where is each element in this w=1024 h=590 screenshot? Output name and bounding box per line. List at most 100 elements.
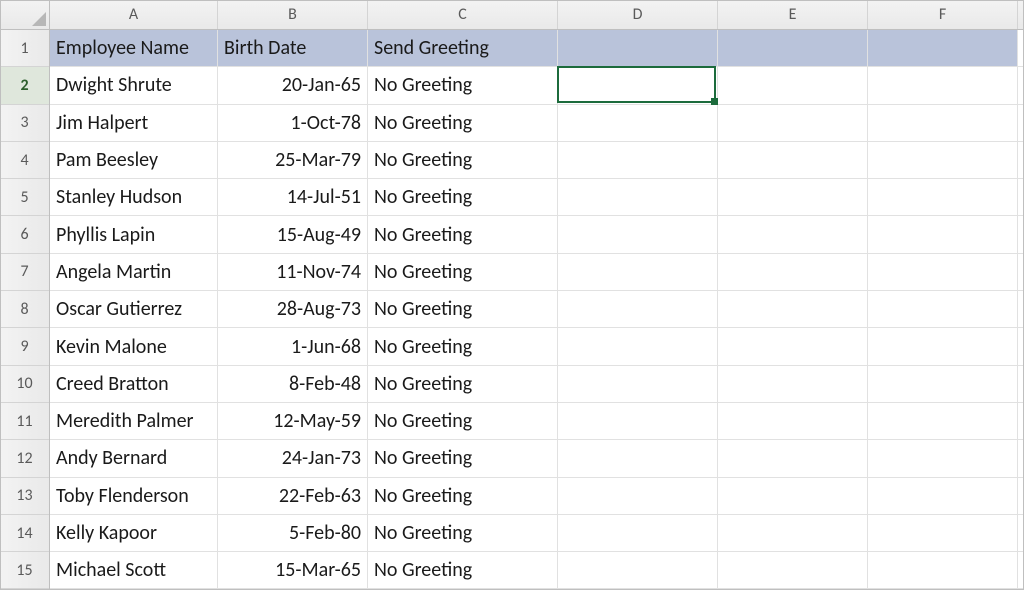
cell-B8[interactable]: 28-Aug-73 (218, 291, 368, 327)
cell-D8[interactable] (558, 291, 718, 327)
row-header-11[interactable]: 11 (0, 403, 49, 440)
cell-F13[interactable] (868, 478, 1018, 514)
cell-E8[interactable] (718, 291, 868, 327)
row-header-2[interactable]: 2 (0, 67, 49, 104)
cell-D7[interactable] (558, 254, 718, 290)
cell-B11[interactable]: 12-May-59 (218, 403, 368, 439)
row-header-12[interactable]: 12 (0, 440, 49, 477)
column-header-B[interactable]: B (218, 0, 368, 29)
cell-E13[interactable] (718, 478, 868, 514)
cell-C14[interactable]: No Greeting (368, 515, 558, 551)
cell-C2[interactable]: No Greeting (368, 67, 558, 103)
cell-F8[interactable] (868, 291, 1018, 327)
cell-D11[interactable] (558, 403, 718, 439)
cell-F10[interactable] (868, 366, 1018, 402)
cell-E14[interactable] (718, 515, 868, 551)
cell-C11[interactable]: No Greeting (368, 403, 558, 439)
cell-F6[interactable] (868, 216, 1018, 252)
cell-C4[interactable]: No Greeting (368, 142, 558, 178)
cell-A15[interactable]: Michael Scott (50, 552, 218, 588)
column-header-C[interactable]: C (368, 0, 558, 29)
column-header-A[interactable]: A (50, 0, 218, 29)
cell-E9[interactable] (718, 328, 868, 364)
row-header-15[interactable]: 15 (0, 552, 49, 589)
cell-F14[interactable] (868, 515, 1018, 551)
cell-E1[interactable] (718, 30, 868, 66)
cell-A8[interactable]: Oscar Gutierrez (50, 291, 218, 327)
cell-A3[interactable]: Jim Halpert (50, 105, 218, 141)
cell-A6[interactable]: Phyllis Lapin (50, 216, 218, 252)
cell-A1[interactable]: Employee Name (50, 30, 218, 66)
cell-D9[interactable] (558, 328, 718, 364)
row-header-6[interactable]: 6 (0, 216, 49, 253)
cell-A10[interactable]: Creed Bratton (50, 366, 218, 402)
row-header-8[interactable]: 8 (0, 291, 49, 328)
row-header-1[interactable]: 1 (0, 30, 49, 67)
column-header-E[interactable]: E (718, 0, 868, 29)
cell-B15[interactable]: 15-Mar-65 (218, 552, 368, 588)
cell-C9[interactable]: No Greeting (368, 328, 558, 364)
cell-E2[interactable] (718, 67, 868, 103)
cell-C15[interactable]: No Greeting (368, 552, 558, 588)
cell-A12[interactable]: Andy Bernard (50, 440, 218, 476)
cell-B3[interactable]: 1-Oct-78 (218, 105, 368, 141)
cell-F11[interactable] (868, 403, 1018, 439)
cell-C8[interactable]: No Greeting (368, 291, 558, 327)
cell-D15[interactable] (558, 552, 718, 588)
cell-B7[interactable]: 11-Nov-74 (218, 254, 368, 290)
cell-F12[interactable] (868, 440, 1018, 476)
cell-A5[interactable]: Stanley Hudson (50, 179, 218, 215)
row-header-14[interactable]: 14 (0, 515, 49, 552)
row-header-9[interactable]: 9 (0, 328, 49, 365)
column-header-D[interactable]: D (558, 0, 718, 29)
cell-C12[interactable]: No Greeting (368, 440, 558, 476)
cell-D5[interactable] (558, 179, 718, 215)
cell-B13[interactable]: 22-Feb-63 (218, 478, 368, 514)
cell-B5[interactable]: 14-Jul-51 (218, 179, 368, 215)
cell-F5[interactable] (868, 179, 1018, 215)
cell-D10[interactable] (558, 366, 718, 402)
cell-A14[interactable]: Kelly Kapoor (50, 515, 218, 551)
row-header-4[interactable]: 4 (0, 142, 49, 179)
cell-E6[interactable] (718, 216, 868, 252)
cell-C6[interactable]: No Greeting (368, 216, 558, 252)
cell-D2[interactable] (558, 67, 718, 103)
cell-E15[interactable] (718, 552, 868, 588)
row-header-7[interactable]: 7 (0, 254, 49, 291)
cell-F15[interactable] (868, 552, 1018, 588)
cell-F4[interactable] (868, 142, 1018, 178)
cell-E11[interactable] (718, 403, 868, 439)
select-all-corner[interactable] (0, 0, 50, 30)
cell-F2[interactable] (868, 67, 1018, 103)
cell-B1[interactable]: Birth Date (218, 30, 368, 66)
cell-F3[interactable] (868, 105, 1018, 141)
column-header-F[interactable]: F (868, 0, 1018, 29)
row-header-10[interactable]: 10 (0, 366, 49, 403)
cell-A11[interactable]: Meredith Palmer (50, 403, 218, 439)
row-header-13[interactable]: 13 (0, 478, 49, 515)
cell-E3[interactable] (718, 105, 868, 141)
cell-F9[interactable] (868, 328, 1018, 364)
cell-E7[interactable] (718, 254, 868, 290)
cell-C13[interactable]: No Greeting (368, 478, 558, 514)
cell-A2[interactable]: Dwight Shrute (50, 67, 218, 103)
cell-D3[interactable] (558, 105, 718, 141)
row-header-3[interactable]: 3 (0, 105, 49, 142)
cell-D13[interactable] (558, 478, 718, 514)
row-header-5[interactable]: 5 (0, 179, 49, 216)
cell-A7[interactable]: Angela Martin (50, 254, 218, 290)
cell-B12[interactable]: 24-Jan-73 (218, 440, 368, 476)
cell-B6[interactable]: 15-Aug-49 (218, 216, 368, 252)
cell-C7[interactable]: No Greeting (368, 254, 558, 290)
cell-E12[interactable] (718, 440, 868, 476)
cell-B9[interactable]: 1-Jun-68 (218, 328, 368, 364)
cell-F1[interactable] (868, 30, 1018, 66)
cell-A13[interactable]: Toby Flenderson (50, 478, 218, 514)
cell-E5[interactable] (718, 179, 868, 215)
cell-E4[interactable] (718, 142, 868, 178)
cell-D12[interactable] (558, 440, 718, 476)
cell-B14[interactable]: 5-Feb-80 (218, 515, 368, 551)
cell-E10[interactable] (718, 366, 868, 402)
cell-D1[interactable] (558, 30, 718, 66)
cell-B4[interactable]: 25-Mar-79 (218, 142, 368, 178)
